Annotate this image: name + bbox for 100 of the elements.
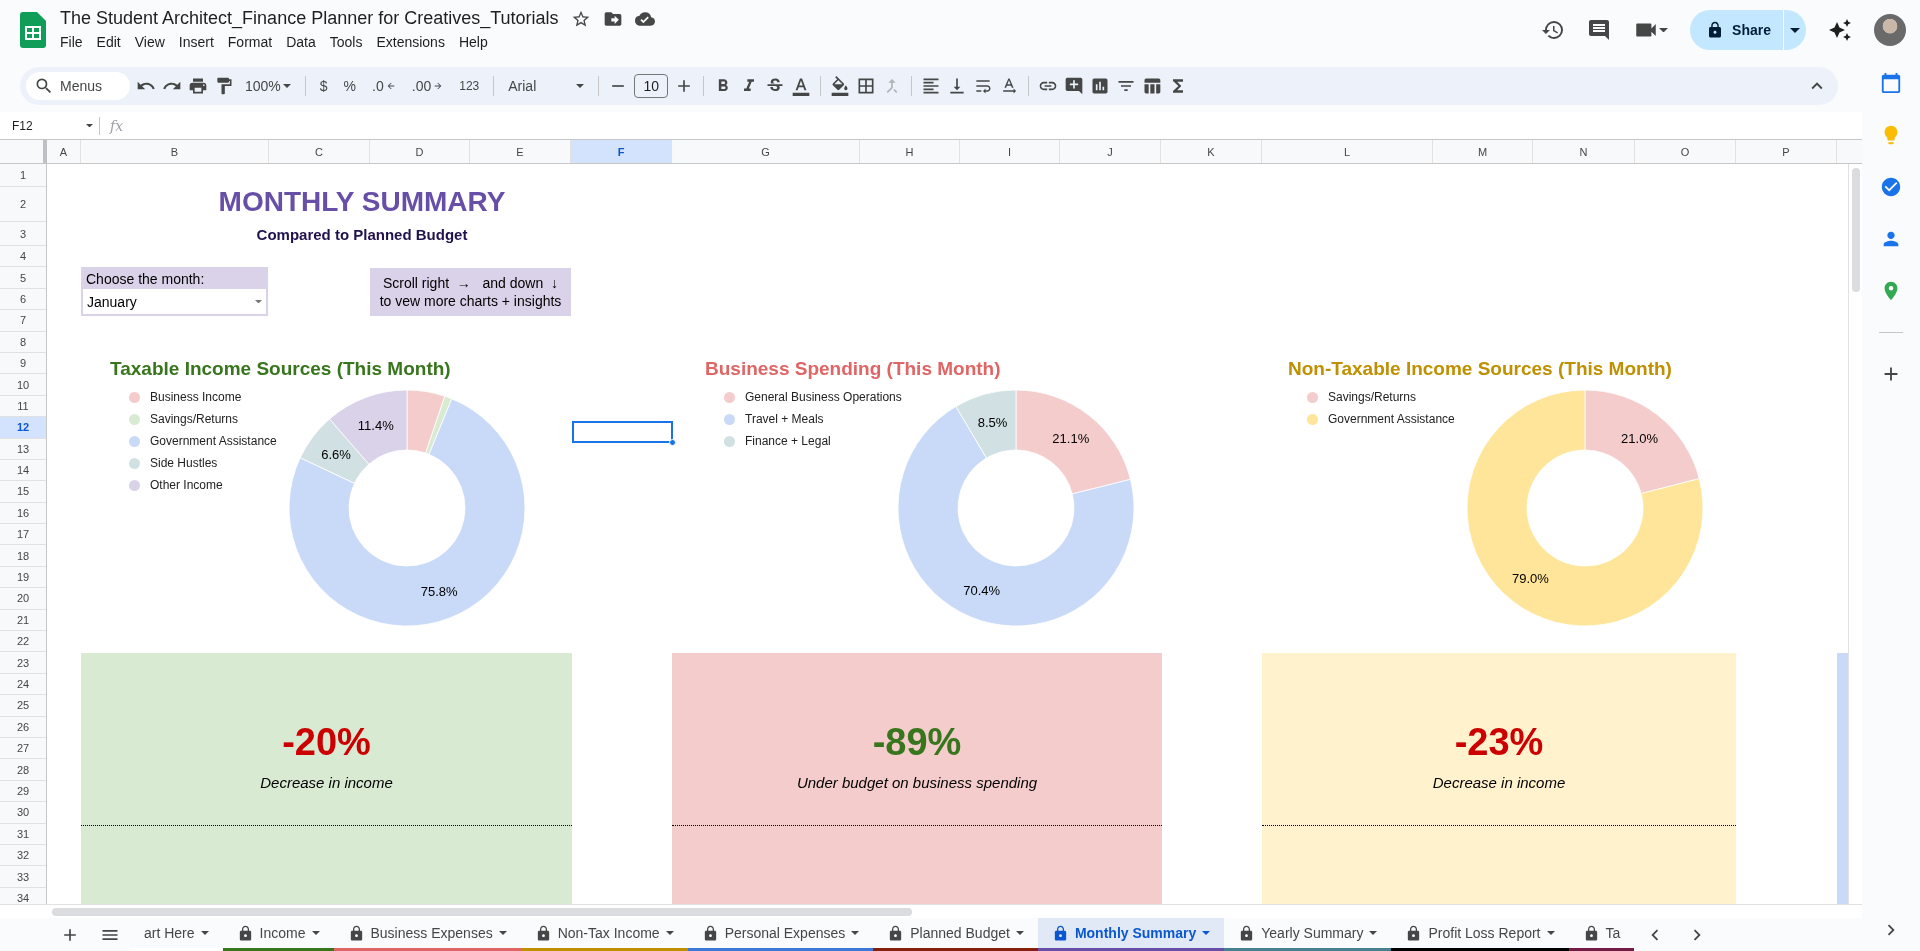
- caret-icon: [255, 299, 262, 304]
- slice-label: 11.4%: [357, 417, 394, 433]
- legend-label: Business Income: [150, 390, 242, 404]
- caret-icon[interactable]: [1546, 931, 1555, 935]
- caret-icon[interactable]: [311, 931, 320, 935]
- caret-icon[interactable]: [200, 931, 209, 935]
- slice-label: 70.4%: [963, 583, 1001, 599]
- scroll-note: Scroll right → and down ↓ to vew more charts + insights: [370, 268, 571, 316]
- chart-title: Non-Taxable Income Sources (This Month): [1288, 358, 1672, 380]
- borders-icon[interactable]: [856, 76, 877, 96]
- comment-icon[interactable]: [1587, 18, 1612, 42]
- fx-label: fx: [110, 117, 124, 134]
- text-color-icon[interactable]: [791, 76, 812, 96]
- card-caption: Decrease in income: [1432, 774, 1566, 791]
- sheet-tab[interactable]: Ta: [1568, 918, 1635, 951]
- menu-item[interactable]: Insert: [172, 32, 220, 52]
- chart-icon[interactable]: [1090, 76, 1111, 96]
- legend-label: Government Assistance: [150, 434, 277, 448]
- caret-icon[interactable]: [498, 931, 507, 935]
- sparkle-icon[interactable]: [1828, 18, 1852, 42]
- sheet-tab[interactable]: art Here: [130, 918, 223, 951]
- sheet-tab[interactable]: Non-Tax Income: [520, 918, 688, 951]
- number-format-button[interactable]: 123: [454, 77, 485, 95]
- menu-item[interactable]: Help: [452, 32, 494, 52]
- search-icon: [34, 76, 54, 96]
- menu-item[interactable]: Edit: [90, 32, 127, 52]
- menu-item[interactable]: Data: [280, 32, 322, 52]
- caret-icon[interactable]: [1369, 931, 1378, 935]
- month-dropdown[interactable]: January: [83, 289, 266, 314]
- card-caption: Decrease in income: [260, 774, 393, 791]
- scrollbar-thumb[interactable]: [52, 907, 912, 916]
- percent-value: -20%: [282, 721, 371, 764]
- slice-label: 21.1%: [1052, 430, 1090, 446]
- share-label-button[interactable]: Share: [1690, 10, 1784, 50]
- legend-label: Savings/Returns: [150, 412, 239, 426]
- decrease-decimals-button[interactable]: .0: [367, 76, 401, 96]
- zoom-select[interactable]: 100%: [240, 76, 296, 96]
- paint-format-icon[interactable]: [214, 76, 234, 96]
- card-caption: Under budget on business spending: [796, 774, 1038, 791]
- sheet-tab[interactable]: Planned Budget: [873, 918, 1038, 951]
- search-field[interactable]: Menus: [26, 72, 130, 100]
- caret-icon: [86, 123, 93, 128]
- column-header[interactable]: F: [571, 140, 672, 163]
- menu-item[interactable]: Extensions: [370, 32, 451, 52]
- caret-icon: [282, 84, 291, 88]
- caret-icon: [576, 84, 585, 88]
- document-title[interactable]: The Student Architect_Finance Planner for Creatives_Tutorials: [60, 8, 559, 29]
- percent-value: -23%: [1454, 721, 1544, 764]
- print-icon[interactable]: [188, 76, 208, 96]
- history-icon[interactable]: [1541, 18, 1566, 42]
- percent-value: -89%: [872, 721, 962, 764]
- font-size-field[interactable]: 10: [634, 74, 669, 98]
- menu-item[interactable]: View: [128, 32, 171, 52]
- scrollbar-thumb[interactable]: [1851, 168, 1860, 292]
- fill-color-icon[interactable]: [830, 76, 851, 96]
- caret-icon[interactable]: [851, 931, 860, 935]
- slice-label: 8.5%: [977, 415, 1008, 431]
- caret-icon[interactable]: [1659, 27, 1669, 33]
- increase-decimals-button[interactable]: .00: [406, 76, 449, 96]
- selected-cell[interactable]: [572, 421, 673, 443]
- caret-icon[interactable]: [1015, 931, 1024, 935]
- row-header[interactable]: 12: [0, 417, 46, 439]
- chart-title: Taxable Income Sources (This Month): [110, 358, 451, 380]
- slice-label: 21.0%: [1621, 430, 1658, 446]
- table-icon[interactable]: [1142, 76, 1163, 96]
- legend-label: Other Income: [150, 478, 223, 492]
- legend-label: Government Assistance: [1328, 412, 1455, 426]
- sheet-tab[interactable]: Yearly Summary: [1224, 918, 1392, 951]
- sheet-tab[interactable]: Personal Expenses: [687, 918, 874, 951]
- sheets-logo-icon[interactable]: [20, 12, 46, 48]
- slice-label: 6.6%: [321, 447, 351, 463]
- add-comment-icon[interactable]: [1064, 76, 1085, 96]
- share-button[interactable]: Share: [1690, 10, 1806, 50]
- calendar-icon[interactable]: [1880, 72, 1902, 94]
- menu-item[interactable]: Tools: [323, 32, 369, 52]
- align-left-icon[interactable]: [921, 76, 942, 96]
- month-label: Choose the month:: [85, 270, 206, 289]
- menu-item[interactable]: File: [54, 32, 89, 52]
- legend-label: General Business Operations: [745, 390, 902, 404]
- slice-label: 79.0%: [1512, 571, 1549, 587]
- sheet-subtitle: Compared to Planned Budget: [255, 226, 469, 243]
- legend-label: Finance + Legal: [745, 434, 831, 448]
- avatar[interactable]: [1874, 14, 1906, 46]
- caret-icon[interactable]: [1790, 27, 1800, 33]
- tasks-icon[interactable]: [1880, 176, 1902, 198]
- slice-label: 75.8%: [420, 583, 458, 599]
- currency-format-button[interactable]: $: [314, 76, 333, 96]
- font-select[interactable]: Arial: [503, 76, 590, 96]
- sheet-title: MONTHLY SUMMARY: [217, 186, 507, 218]
- name-box[interactable]: F12: [0, 116, 100, 135]
- caret-icon[interactable]: [665, 931, 674, 935]
- percent-format-button[interactable]: %: [338, 76, 362, 96]
- chart-title: Business Spending (This Month): [705, 358, 1001, 380]
- menu-item[interactable]: Format: [221, 32, 279, 52]
- legend-label: Travel + Meals: [745, 412, 824, 426]
- sheet-tab[interactable]: Income: [222, 918, 334, 951]
- legend-label: Savings/Returns: [1328, 390, 1417, 404]
- sheet-tab[interactable]: Profit Loss Report: [1391, 918, 1569, 951]
- sheet-tab[interactable]: Business Expenses: [333, 918, 521, 951]
- sheet-tab[interactable]: Monthly Summary: [1037, 918, 1225, 951]
